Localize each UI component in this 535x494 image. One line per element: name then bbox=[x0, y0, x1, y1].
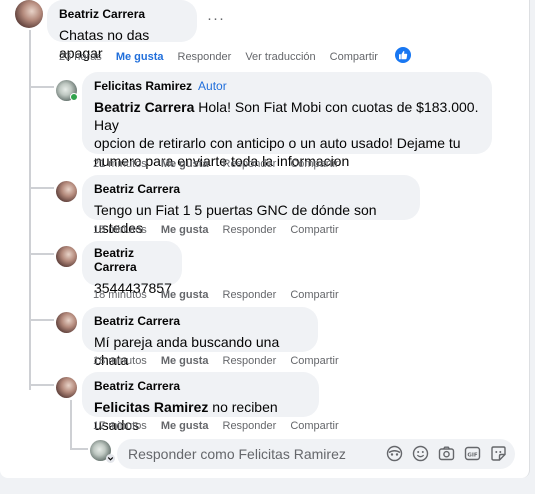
like-reaction-icon[interactable] bbox=[395, 47, 411, 63]
like-button[interactable]: Me gusta bbox=[161, 224, 209, 236]
chevron-down-icon[interactable] bbox=[106, 454, 115, 463]
reply-button[interactable]: Responder bbox=[223, 224, 277, 236]
reply-button[interactable]: Responder bbox=[223, 158, 277, 170]
comment-author[interactable]: Felicitas Ramirez bbox=[94, 79, 192, 93]
thread-connector bbox=[29, 253, 54, 255]
avatar-sticker-icon[interactable] bbox=[386, 445, 403, 462]
mention-link[interactable]: Felicitas Ramirez bbox=[94, 399, 208, 415]
reply-button[interactable]: Responder bbox=[223, 289, 277, 301]
thread-connector bbox=[29, 86, 54, 88]
comment-bubble: Beatriz Carrera 3544437857 bbox=[82, 241, 182, 296]
mention-link[interactable]: Beatriz Carrera bbox=[94, 99, 194, 115]
comment-actions: 18 minutos Me gusta Responder Compartir bbox=[93, 288, 353, 302]
avatar[interactable] bbox=[56, 246, 77, 267]
reply-composer: GIF bbox=[117, 439, 515, 469]
emoji-icon[interactable] bbox=[412, 445, 429, 462]
share-button[interactable]: Compartir bbox=[290, 420, 338, 432]
comment-bubble: Beatriz Carrera Mí pareja anda buscando … bbox=[82, 307, 318, 368]
thread-line-composer bbox=[70, 400, 72, 448]
like-button[interactable]: Me gusta bbox=[116, 51, 164, 63]
comment-bubble: Felicitas Ramirez Autor Beatriz Carrera H… bbox=[82, 72, 492, 169]
sticker-icon[interactable] bbox=[490, 445, 507, 462]
like-button[interactable]: Me gusta bbox=[161, 355, 209, 367]
comment-actions: 21 minutos Me gusta Responder Compartir bbox=[93, 157, 353, 171]
share-button[interactable]: Compartir bbox=[330, 51, 378, 63]
thread-connector bbox=[29, 384, 54, 386]
composer-toolbar: GIF bbox=[386, 445, 507, 462]
translate-button[interactable]: Ver traducción bbox=[245, 51, 315, 63]
comment-text: Beatriz Carrera Hola! Son Fiat Mobi con … bbox=[94, 98, 480, 134]
comment-time[interactable]: 17 minutos bbox=[93, 420, 147, 432]
share-button[interactable]: Compartir bbox=[290, 224, 338, 236]
comment-author[interactable]: Beatriz Carrera bbox=[94, 246, 170, 274]
comment-time[interactable]: 18 minutos bbox=[93, 355, 147, 367]
avatar[interactable] bbox=[56, 181, 77, 202]
avatar[interactable] bbox=[15, 0, 43, 28]
thread-line-vertical bbox=[29, 30, 31, 390]
comment-actions: 17 minutos Me gusta Responder Compartir bbox=[93, 419, 353, 433]
comment-author[interactable]: Beatriz Carrera bbox=[94, 182, 180, 196]
comment-bubble: Beatriz Carrera Chatas no das apagar bbox=[47, 0, 197, 61]
gif-icon[interactable]: GIF bbox=[464, 445, 481, 462]
share-button[interactable]: Compartir bbox=[290, 355, 338, 367]
reply-button[interactable]: Responder bbox=[178, 51, 232, 63]
like-button[interactable]: Me gusta bbox=[161, 158, 209, 170]
comment-actions: 18 minutos Me gusta Responder Compartir bbox=[93, 354, 353, 368]
comment-actions: 23 horas Me gusta Responder Ver traducción C… bbox=[59, 50, 392, 64]
like-button[interactable]: Me gusta bbox=[161, 289, 209, 301]
comment-time[interactable]: 21 minutos bbox=[93, 158, 147, 170]
avatar[interactable] bbox=[56, 377, 77, 398]
reply-input[interactable] bbox=[128, 445, 378, 463]
like-button[interactable]: Me gusta bbox=[161, 420, 209, 432]
comment-author[interactable]: Beatriz Carrera bbox=[94, 314, 180, 328]
thread-connector bbox=[70, 448, 88, 450]
comment-time[interactable]: 18 minutos bbox=[93, 289, 147, 301]
thread-connector bbox=[29, 187, 54, 189]
author-badge: Autor bbox=[198, 79, 227, 93]
comment-text-line: opcion de retirarlo con anticipo o un au… bbox=[94, 135, 461, 151]
comments-panel: Beatriz Carrera Chatas no das apagar ···… bbox=[0, 0, 530, 478]
reply-button[interactable]: Responder bbox=[223, 355, 277, 367]
share-button[interactable]: Compartir bbox=[290, 289, 338, 301]
camera-icon[interactable] bbox=[438, 445, 455, 462]
avatar[interactable] bbox=[56, 312, 77, 333]
reply-button[interactable]: Responder bbox=[223, 420, 277, 432]
comment-bubble: Beatriz Carrera Tengo un Fiat 1 5 puerta… bbox=[82, 175, 420, 236]
comment-time[interactable]: 18 minutos bbox=[93, 224, 147, 236]
comment-author[interactable]: Beatriz Carrera bbox=[94, 379, 180, 393]
svg-text:GIF: GIF bbox=[467, 452, 478, 458]
share-button[interactable]: Compartir bbox=[290, 158, 338, 170]
comment-actions: 18 minutos Me gusta Responder Compartir bbox=[93, 223, 353, 237]
online-status-icon bbox=[70, 93, 78, 101]
comment-bubble: Beatriz Carrera Felicitas Ramirez no rec… bbox=[82, 372, 319, 433]
comment-author[interactable]: Beatriz Carrera bbox=[59, 7, 145, 21]
comment-time[interactable]: 23 horas bbox=[59, 51, 102, 63]
thread-connector bbox=[29, 319, 54, 321]
more-options-icon[interactable]: ··· bbox=[207, 10, 225, 27]
